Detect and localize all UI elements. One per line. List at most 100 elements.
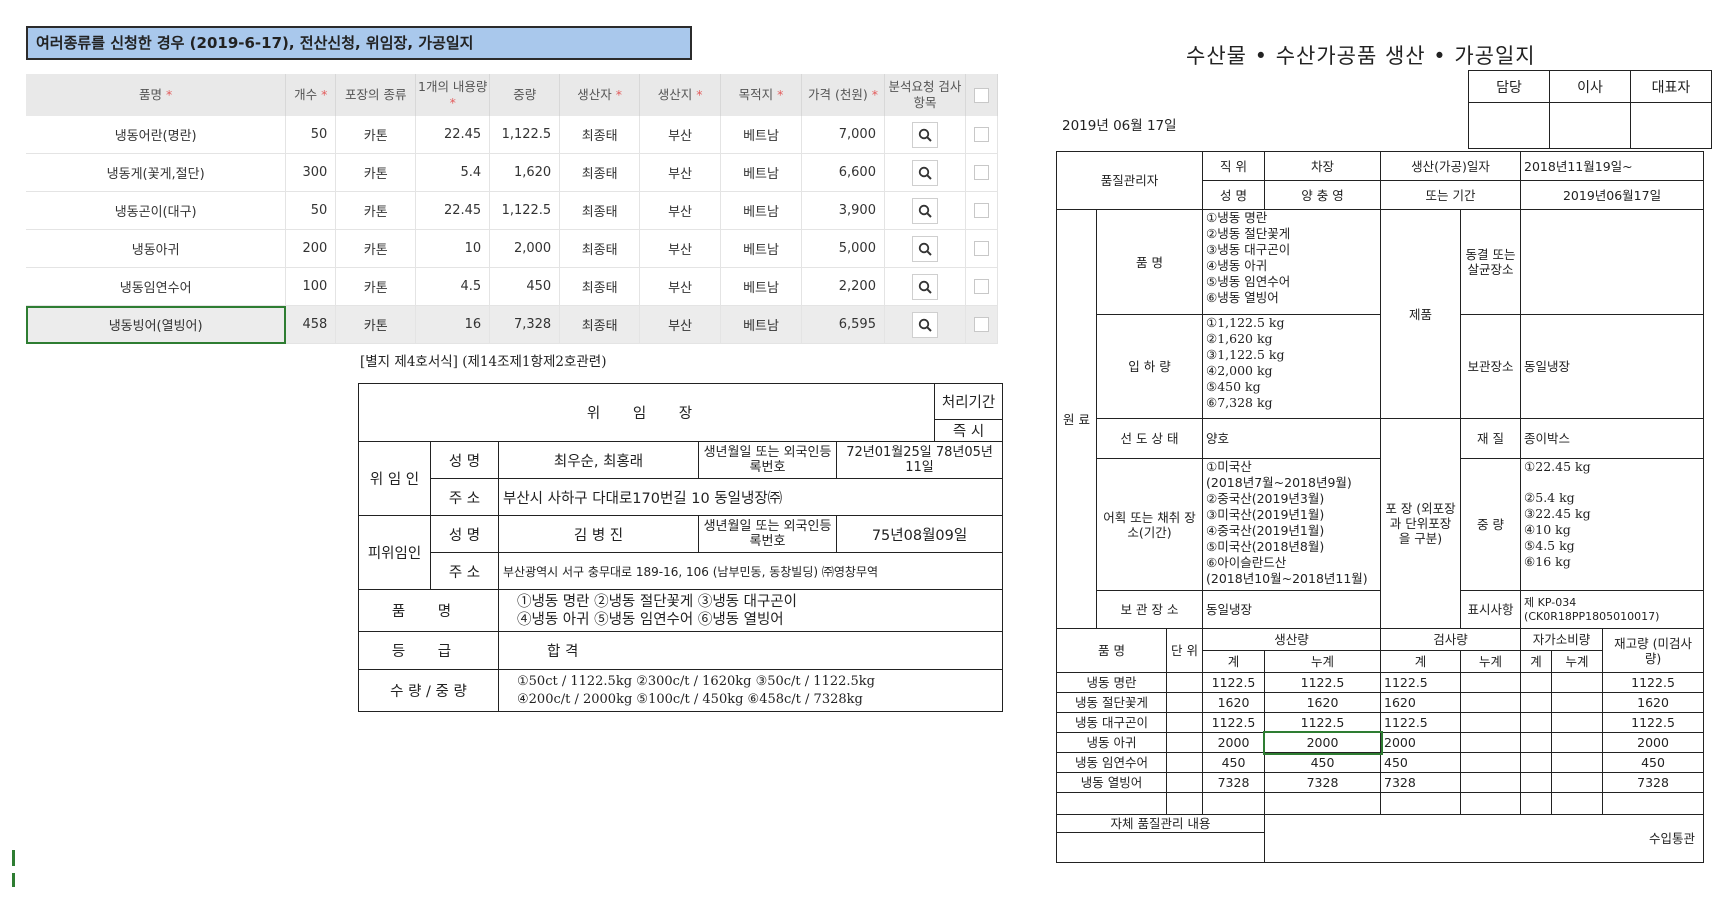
col-header-pack: 포장의 종류 — [335, 74, 417, 116]
product-name-cell[interactable]: 냉동임연수어 — [26, 267, 287, 306]
keep-label: 보관장소 — [1460, 314, 1522, 419]
production-cell — [1165, 712, 1204, 733]
production-cell — [1165, 692, 1204, 713]
col-header-content: 1개의 내용량 * — [415, 74, 491, 116]
production-cell — [1551, 712, 1604, 733]
production-cell: 450 — [1380, 752, 1462, 773]
fresh-label: 선 도 상 태 — [1095, 418, 1204, 459]
production-cell — [1551, 732, 1604, 753]
prod-production-cum: 누계 — [1264, 650, 1382, 673]
row-checkbox[interactable] — [973, 317, 989, 332]
row-checkbox[interactable] — [973, 165, 989, 180]
product-name-cell[interactable]: 냉동게(꽃게,절단) — [26, 153, 287, 192]
row-select-cell — [965, 229, 999, 268]
production-cell: 1122.5 — [1380, 672, 1462, 693]
sign-header-staff: 담당 — [1468, 70, 1550, 103]
production-cell: 1620 — [1602, 692, 1705, 713]
material-value: 종이박스 — [1520, 418, 1705, 459]
list-line: ⑤450 kg — [1206, 379, 1261, 394]
production-cell — [1165, 672, 1204, 693]
product-cell: 50 — [285, 191, 337, 230]
product-row[interactable]: 냉동어란(명란) 50 카톤 22.45 1,122.5 최종태 부산 베트남 7,000 — [26, 116, 999, 154]
col-header-weight: 중량 — [489, 74, 561, 116]
product-cell: 2,200 — [801, 267, 885, 306]
row-checkbox[interactable] — [973, 127, 989, 142]
product-name-cell[interactable]: 냉동빙어(열빙어) — [26, 305, 287, 344]
production-cell: 2000 — [1262, 730, 1383, 755]
list-line: ④냉동 아귀 — [1206, 258, 1268, 273]
production-cell — [1551, 752, 1604, 773]
list-line: ④2,000 kg — [1206, 363, 1273, 378]
search-button[interactable] — [911, 273, 938, 300]
row-checkbox[interactable] — [973, 279, 989, 294]
sign-slot-ceo — [1630, 102, 1712, 149]
delegator-name: 최우순, 최홍래 — [498, 441, 699, 479]
edge-marker — [12, 850, 15, 866]
search-button[interactable] — [911, 121, 938, 148]
production-cell: 1620 — [1380, 692, 1462, 713]
production-cell: 450 — [1202, 752, 1266, 773]
search-button[interactable] — [911, 159, 938, 186]
grade-label: 등 급 — [358, 631, 499, 670]
list-line: ④10 kg — [1524, 522, 1571, 537]
production-row: 냉동 열빙어 7328 7328 7328 7328 — [1056, 772, 1705, 793]
production-cell: 7328 — [1380, 772, 1462, 793]
production-row: 냉동 대구곤이 1122.5 1122.5 1122.5 1122.5 — [1056, 712, 1705, 733]
product-row[interactable]: 냉동아귀 200 카톤 10 2,000 최종태 부산 베트남 5,000 — [26, 229, 999, 268]
period-label-2: 또는 기간 — [1380, 180, 1522, 210]
delegate-name: 김 병 진 — [498, 515, 699, 553]
delegate-birth: 75년08월09일 — [835, 515, 1004, 553]
search-button[interactable] — [911, 235, 938, 262]
row-select-cell — [965, 191, 999, 230]
product-row[interactable]: 냉동임연수어 100 카톤 4.5 450 최종태 부산 베트남 2,200 — [26, 267, 999, 306]
product-cell: 부산 — [639, 267, 722, 306]
search-icon — [918, 204, 932, 218]
qty-label: 수 량 / 중 량 — [358, 669, 499, 712]
grade-value: 합 격 — [497, 631, 1004, 670]
product-name-cell[interactable]: 냉동곤이(대구) — [26, 191, 287, 230]
production-cell: 냉동 절단꽃게 — [1056, 692, 1167, 713]
delegator-birth: 72년01월25일 78년05년11일 — [835, 441, 1004, 479]
list-line: ⑥냉동 열빙어 — [1206, 290, 1279, 305]
prod-name-header: 품 명 — [1056, 628, 1167, 673]
production-row: 냉동 절단꽃게 1620 1620 1620 1620 — [1056, 692, 1705, 713]
search-button[interactable] — [911, 311, 938, 338]
col-header-analysis: 분석요청 검사항목 — [884, 74, 966, 116]
production-cell: 1122.5 — [1202, 712, 1266, 733]
delegator-address: 부산시 사하구 다대로170번길 10 동일냉장㈜ — [497, 478, 1004, 516]
product-cell: 최종태 — [559, 153, 641, 192]
row-checkbox[interactable] — [973, 203, 989, 218]
production-cell — [1551, 692, 1604, 713]
col-header-destination: 목적지 * — [720, 74, 802, 116]
production-cell — [1460, 692, 1522, 713]
list-line: ⑤4.5 kg — [1524, 538, 1575, 553]
search-button[interactable] — [911, 197, 938, 224]
product-row[interactable]: 냉동게(꽃게,절단) 300 카톤 5.4 1,620 최종태 부산 베트남 6,600 — [26, 153, 999, 192]
product-name-cell[interactable]: 냉동아귀 — [26, 229, 287, 268]
product-row[interactable]: 냉동빙어(열빙어) 458 카톤 16 7,328 최종태 부산 베트남 6,595 — [26, 305, 999, 344]
freeze-label: 동결 또는 살균장소 — [1460, 209, 1522, 315]
sign-header-ceo: 대표자 — [1630, 70, 1712, 103]
product-cell: 부산 — [639, 153, 722, 192]
select-all-checkbox[interactable] — [973, 88, 989, 103]
section-title-bar: 여러종류를 신청한 경우 (2019-6-17), 전산신청, 위임장, 가공일… — [26, 26, 692, 60]
production-cell — [1460, 732, 1522, 753]
col-header-name: 품명 * — [26, 74, 287, 116]
production-cell — [1551, 672, 1604, 693]
production-cell — [1520, 772, 1553, 793]
production-cell — [1520, 732, 1553, 753]
row-checkbox[interactable] — [973, 241, 989, 256]
product-row[interactable]: 냉동곤이(대구) 50 카톤 22.45 1,122.5 최종태 부산 베트남 3,900 — [26, 191, 999, 230]
product-cell: 6,600 — [801, 153, 885, 192]
keep-value: 동일냉장 — [1520, 314, 1705, 419]
weight-label: 중 량 — [1460, 458, 1522, 591]
product-name-list: ①냉동 명란 ②냉동 절단꽃게 ③냉동 대구곤이 ④냉동 아귀 ⑤냉동 임연수어 ⑥냉동 … — [1202, 209, 1382, 315]
delegate-address: 부산광역시 서구 충무대로 189-16, 106 (남부민동, 동창빌딩) ㈜… — [497, 552, 1004, 590]
search-icon — [918, 280, 932, 294]
item-label: 품 명 — [358, 589, 499, 632]
product-name-cell[interactable]: 냉동어란(명란) — [26, 116, 287, 154]
list-line: ②중국산(2019년3월) — [1206, 491, 1325, 506]
production-cell: 1122.5 — [1380, 712, 1462, 733]
product-cell: 1,122.5 — [489, 116, 561, 154]
list-line: ⑥아이슬란드산 — [1206, 555, 1287, 570]
